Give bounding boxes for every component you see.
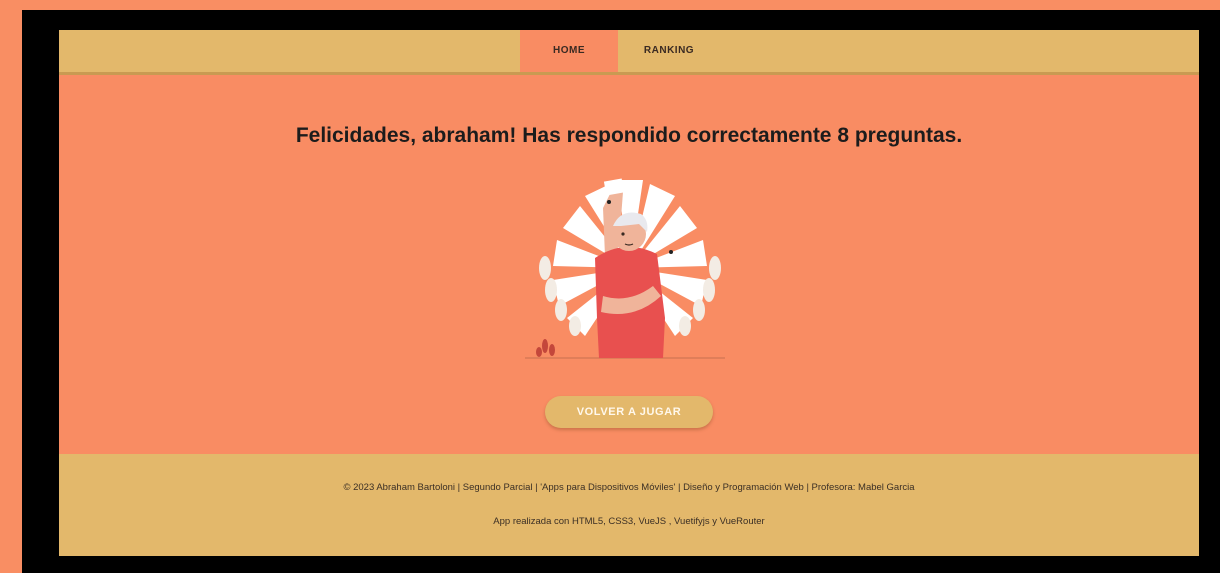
play-again-button[interactable]: VOLVER A JUGAR	[545, 396, 713, 428]
congratulations-message: Felicidades, abraham! Has respondido cor…	[295, 124, 963, 148]
nav-ranking-link[interactable]: RANKING	[624, 30, 714, 72]
footer-credits: © 2023 Abraham Bartoloni | Segundo Parci…	[343, 482, 915, 493]
top-navbar: HOME RANKING	[59, 30, 1199, 75]
nav-home-link[interactable]: HOME	[520, 30, 618, 72]
celebrating-man-illustration	[525, 168, 735, 363]
footer: © 2023 Abraham Bartoloni | Segundo Parci…	[59, 454, 1199, 556]
app-window: HOME RANKING Felicidades, abraham! Has r…	[59, 30, 1199, 556]
footer-technologies: App realizada con HTML5, CSS3, VueJS , V…	[493, 516, 765, 527]
